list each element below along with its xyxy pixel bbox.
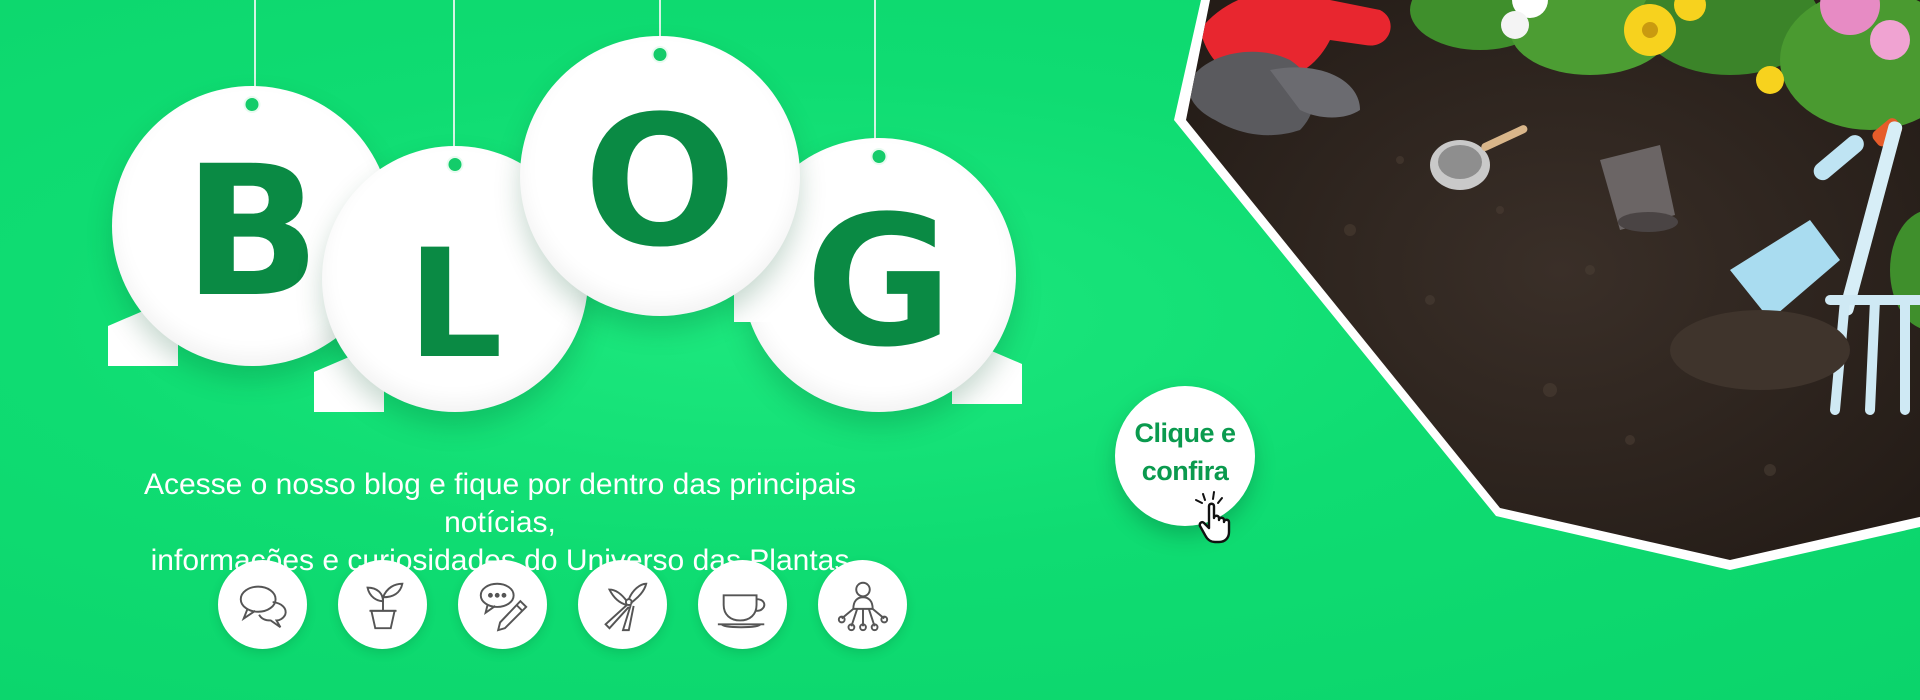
topic-icons-row: [218, 560, 907, 649]
bubble-letter-o: O: [520, 36, 802, 322]
tagline-line-1: Acesse o nosso blog e fique por dentro d…: [143, 468, 857, 539]
potted-plant-icon: [365, 582, 404, 629]
topic-icon-chat: [218, 560, 307, 649]
topic-icon-network: [818, 560, 907, 649]
blog-letter-o: O: [583, 78, 737, 287]
bubble-pin: [870, 148, 888, 165]
hanging-string: [254, 0, 256, 92]
blog-banner: B L G O Acesse o nosso blog e fique por …: [0, 0, 1920, 700]
hanging-string: [453, 0, 455, 150]
topic-icon-coffee: [698, 560, 787, 649]
topic-icon-pruning: [578, 560, 667, 649]
pruning-shears-icon: [603, 582, 647, 631]
speech-bubbles-icon: [239, 585, 287, 628]
garden-photo-frame: [1174, 0, 1920, 570]
bubble-pin: [243, 96, 261, 113]
topic-icon-plant: [338, 560, 427, 649]
hanging-string: [874, 0, 876, 140]
topic-icon-write: [458, 560, 547, 649]
bubble-pin: [446, 156, 464, 173]
bubble-pin: [651, 46, 669, 63]
coffee-cup-icon: [717, 593, 765, 628]
garden-photo: [1170, 0, 1920, 570]
network-user-icon: [837, 581, 888, 631]
chat-pencil-icon: [479, 582, 528, 632]
